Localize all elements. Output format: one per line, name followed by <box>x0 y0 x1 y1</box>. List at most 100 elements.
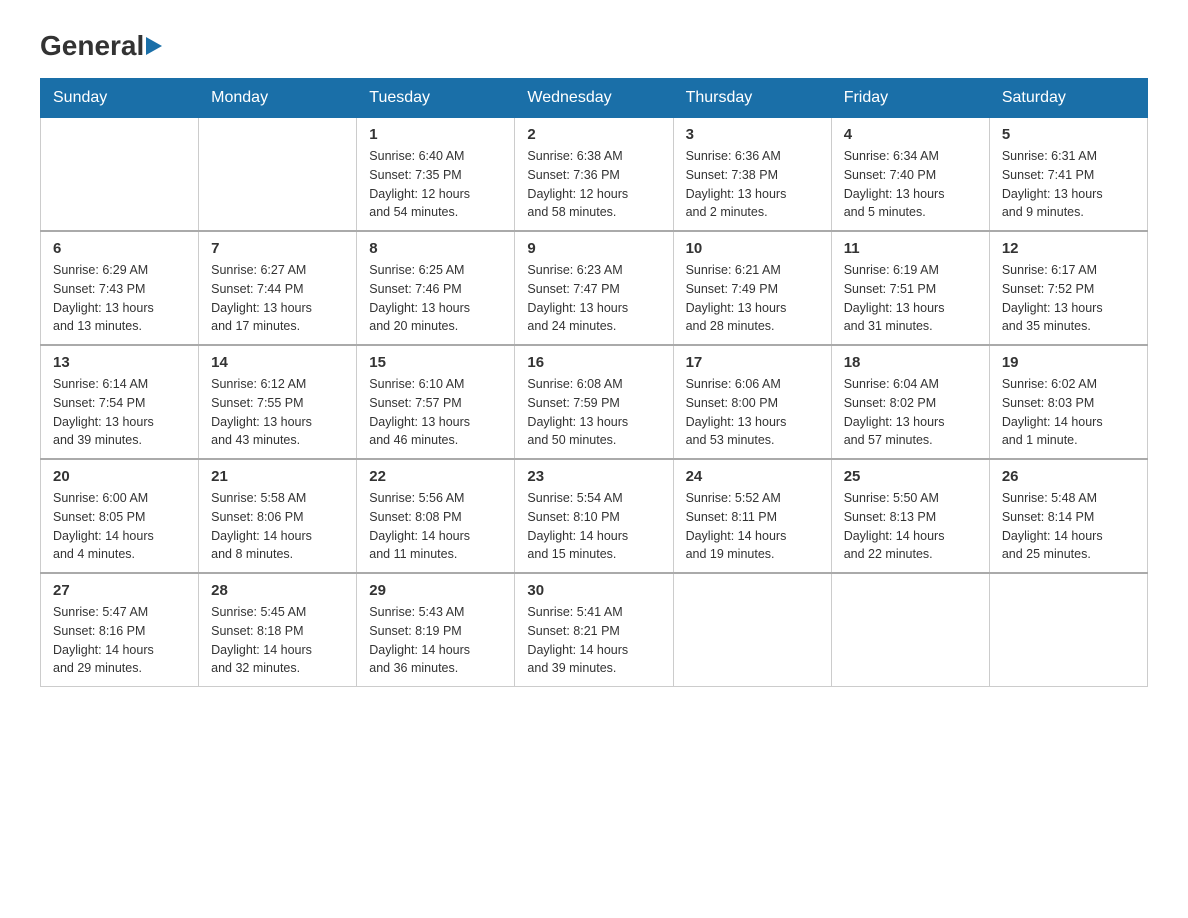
day-number: 26 <box>1002 468 1135 485</box>
calendar-cell: 9Sunrise: 6:23 AMSunset: 7:47 PMDaylight… <box>515 231 673 345</box>
calendar-cell <box>199 118 357 232</box>
day-info: Sunrise: 5:43 AMSunset: 8:19 PMDaylight:… <box>369 603 502 678</box>
calendar-cell: 22 Sunrise: 5:56 AMSunset: 8:08 PMDayligh… <box>357 459 515 573</box>
day-number: 13 <box>53 354 186 371</box>
calendar-cell: 25Sunrise: 5:50 AMSunset: 8:13 PMDayligh… <box>831 459 989 573</box>
day-number: 24 <box>686 468 819 485</box>
day-info: Sunrise: 6:02 AMSunset: 8:03 PMDaylight:… <box>1002 375 1135 450</box>
logo-general-text: General <box>40 30 144 62</box>
calendar-cell: 28 Sunrise: 5:45 AMSunset: 8:18 PMDayligh… <box>199 573 357 687</box>
week-row-0: 1Sunrise: 6:40 AMSunset: 7:35 PMDaylight… <box>41 118 1148 232</box>
calendar-cell: 15 Sunrise: 6:10 AMSunset: 7:57 PMDayligh… <box>357 345 515 459</box>
calendar-cell: 2Sunrise: 6:38 AMSunset: 7:36 PMDaylight… <box>515 118 673 232</box>
calendar-cell: 29Sunrise: 5:43 AMSunset: 8:19 PMDayligh… <box>357 573 515 687</box>
calendar-cell: 7 Sunrise: 6:27 AMSunset: 7:44 PMDaylight… <box>199 231 357 345</box>
day-info: Sunrise: 6:25 AMSunset: 7:46 PMDaylight:… <box>369 261 502 336</box>
calendar-cell: 8 Sunrise: 6:25 AMSunset: 7:46 PMDaylight… <box>357 231 515 345</box>
day-info: Sunrise: 5:48 AMSunset: 8:14 PMDaylight:… <box>1002 489 1135 564</box>
day-number: 19 <box>1002 354 1135 371</box>
weekday-header-monday: Monday <box>199 79 357 118</box>
day-info: Sunrise: 5:58 AMSunset: 8:06 PMDaylight:… <box>211 489 344 564</box>
day-info: Sunrise: 6:14 AMSunset: 7:54 PMDaylight:… <box>53 375 186 450</box>
day-number: 22 <box>369 468 502 485</box>
day-number: 5 <box>1002 126 1135 143</box>
calendar-cell: 13 Sunrise: 6:14 AMSunset: 7:54 PMDayligh… <box>41 345 199 459</box>
day-number: 15 <box>369 354 502 371</box>
day-info: Sunrise: 6:17 AMSunset: 7:52 PMDaylight:… <box>1002 261 1135 336</box>
day-info: Sunrise: 6:19 AMSunset: 7:51 PMDaylight:… <box>844 261 977 336</box>
day-number: 30 <box>527 582 660 599</box>
day-info: Sunrise: 6:08 AMSunset: 7:59 PMDaylight:… <box>527 375 660 450</box>
day-number: 18 <box>844 354 977 371</box>
day-number: 10 <box>686 240 819 257</box>
calendar-cell: 18 Sunrise: 6:04 AMSunset: 8:02 PMDayligh… <box>831 345 989 459</box>
week-row-3: 20 Sunrise: 6:00 AMSunset: 8:05 PMDayligh… <box>41 459 1148 573</box>
day-number: 12 <box>1002 240 1135 257</box>
calendar-cell: 14 Sunrise: 6:12 AMSunset: 7:55 PMDayligh… <box>199 345 357 459</box>
day-number: 3 <box>686 126 819 143</box>
calendar-cell: 16Sunrise: 6:08 AMSunset: 7:59 PMDayligh… <box>515 345 673 459</box>
day-info: Sunrise: 5:47 AMSunset: 8:16 PMDaylight:… <box>53 603 186 678</box>
calendar-cell: 24 Sunrise: 5:52 AMSunset: 8:11 PMDayligh… <box>673 459 831 573</box>
logo: General <box>40 30 162 58</box>
calendar-cell <box>41 118 199 232</box>
calendar-cell: 1Sunrise: 6:40 AMSunset: 7:35 PMDaylight… <box>357 118 515 232</box>
weekday-header-saturday: Saturday <box>989 79 1147 118</box>
calendar-cell: 23 Sunrise: 5:54 AMSunset: 8:10 PMDayligh… <box>515 459 673 573</box>
day-info: Sunrise: 6:29 AMSunset: 7:43 PMDaylight:… <box>53 261 186 336</box>
weekday-header-row: SundayMondayTuesdayWednesdayThursdayFrid… <box>41 79 1148 118</box>
calendar-cell: 12 Sunrise: 6:17 AMSunset: 7:52 PMDayligh… <box>989 231 1147 345</box>
calendar-cell: 11 Sunrise: 6:19 AMSunset: 7:51 PMDayligh… <box>831 231 989 345</box>
calendar-cell: 10Sunrise: 6:21 AMSunset: 7:49 PMDayligh… <box>673 231 831 345</box>
day-number: 20 <box>53 468 186 485</box>
day-info: Sunrise: 6:27 AMSunset: 7:44 PMDaylight:… <box>211 261 344 336</box>
weekday-header-sunday: Sunday <box>41 79 199 118</box>
day-info: Sunrise: 6:10 AMSunset: 7:57 PMDaylight:… <box>369 375 502 450</box>
weekday-header-friday: Friday <box>831 79 989 118</box>
day-number: 6 <box>53 240 186 257</box>
calendar-cell <box>831 573 989 687</box>
day-number: 14 <box>211 354 344 371</box>
day-number: 23 <box>527 468 660 485</box>
day-info: Sunrise: 6:23 AMSunset: 7:47 PMDaylight:… <box>527 261 660 336</box>
day-number: 8 <box>369 240 502 257</box>
calendar-cell: 20 Sunrise: 6:00 AMSunset: 8:05 PMDayligh… <box>41 459 199 573</box>
weekday-header-thursday: Thursday <box>673 79 831 118</box>
logo-triangle-icon <box>146 35 162 57</box>
day-number: 7 <box>211 240 344 257</box>
day-number: 17 <box>686 354 819 371</box>
day-info: Sunrise: 6:00 AMSunset: 8:05 PMDaylight:… <box>53 489 186 564</box>
weekday-header-tuesday: Tuesday <box>357 79 515 118</box>
day-info: Sunrise: 5:54 AMSunset: 8:10 PMDaylight:… <box>527 489 660 564</box>
day-number: 11 <box>844 240 977 257</box>
day-number: 27 <box>53 582 186 599</box>
calendar-cell: 26 Sunrise: 5:48 AMSunset: 8:14 PMDayligh… <box>989 459 1147 573</box>
day-info: Sunrise: 6:04 AMSunset: 8:02 PMDaylight:… <box>844 375 977 450</box>
day-info: Sunrise: 6:12 AMSunset: 7:55 PMDaylight:… <box>211 375 344 450</box>
calendar-cell: 30Sunrise: 5:41 AMSunset: 8:21 PMDayligh… <box>515 573 673 687</box>
day-info: Sunrise: 6:38 AMSunset: 7:36 PMDaylight:… <box>527 147 660 222</box>
day-info: Sunrise: 6:06 AMSunset: 8:00 PMDaylight:… <box>686 375 819 450</box>
calendar-cell <box>989 573 1147 687</box>
day-number: 4 <box>844 126 977 143</box>
weekday-header-wednesday: Wednesday <box>515 79 673 118</box>
calendar-cell: 4Sunrise: 6:34 AMSunset: 7:40 PMDaylight… <box>831 118 989 232</box>
day-number: 28 <box>211 582 344 599</box>
calendar-cell <box>673 573 831 687</box>
week-row-2: 13 Sunrise: 6:14 AMSunset: 7:54 PMDayligh… <box>41 345 1148 459</box>
calendar-cell: 17 Sunrise: 6:06 AMSunset: 8:00 PMDayligh… <box>673 345 831 459</box>
day-info: Sunrise: 5:45 AMSunset: 8:18 PMDaylight:… <box>211 603 344 678</box>
week-row-4: 27 Sunrise: 5:47 AMSunset: 8:16 PMDayligh… <box>41 573 1148 687</box>
day-info: Sunrise: 5:52 AMSunset: 8:11 PMDaylight:… <box>686 489 819 564</box>
day-number: 1 <box>369 126 502 143</box>
day-info: Sunrise: 6:31 AMSunset: 7:41 PMDaylight:… <box>1002 147 1135 222</box>
calendar-cell: 19 Sunrise: 6:02 AMSunset: 8:03 PMDayligh… <box>989 345 1147 459</box>
day-number: 25 <box>844 468 977 485</box>
day-number: 21 <box>211 468 344 485</box>
day-info: Sunrise: 5:56 AMSunset: 8:08 PMDaylight:… <box>369 489 502 564</box>
calendar-cell: 5 Sunrise: 6:31 AMSunset: 7:41 PMDaylight… <box>989 118 1147 232</box>
calendar-table: SundayMondayTuesdayWednesdayThursdayFrid… <box>40 78 1148 687</box>
calendar-cell: 6 Sunrise: 6:29 AMSunset: 7:43 PMDaylight… <box>41 231 199 345</box>
day-info: Sunrise: 6:36 AMSunset: 7:38 PMDaylight:… <box>686 147 819 222</box>
calendar-cell: 3 Sunrise: 6:36 AMSunset: 7:38 PMDaylight… <box>673 118 831 232</box>
